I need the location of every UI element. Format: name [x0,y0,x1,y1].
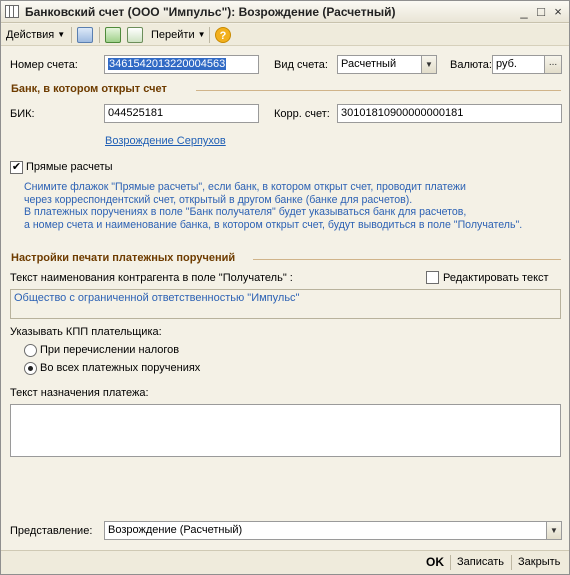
title-bar: Банковский счет (ООО "Импульс"): Возрожд… [1,1,569,23]
direct-payments-label[interactable]: Прямые расчеты [26,161,113,173]
account-type-select[interactable]: Расчетный [337,55,422,74]
edit-text-checkbox[interactable] [426,271,439,284]
representation-value: Возрождение (Расчетный) [108,524,243,536]
representation-dropdown-icon[interactable]: ▼ [546,521,562,540]
close-window-button[interactable]: × [550,4,566,20]
recipient-text-value: Общество с ограниченной ответственностью… [14,292,300,304]
account-number-value: 3461542013220004563 [108,58,227,70]
footer-bar: OK Записать Закрыть [1,550,569,574]
footer-separator [450,555,451,570]
edit-text-label[interactable]: Редактировать текст [443,272,549,284]
account-type-dropdown-icon[interactable]: ▼ [421,55,437,74]
help-icon[interactable]: ? [215,27,231,43]
corr-account-label: Корр. счет: [274,108,330,120]
bank-section-title: Банк, в котором открыт счет [11,83,167,95]
document-icon [5,5,19,18]
copy-icon[interactable] [127,27,143,43]
currency-input[interactable]: руб. [492,55,545,74]
kpp-all-radio[interactable] [24,362,37,375]
representation-input[interactable]: Возрождение (Расчетный) [104,521,547,540]
toolbar-separator [71,27,72,43]
account-number-input[interactable]: 3461542013220004563 [104,55,259,74]
save-button[interactable]: Записать [457,556,504,568]
section-divider [196,90,561,91]
toolbar-separator [209,27,210,43]
actions-label: Действия [6,29,55,41]
save-and-close-icon[interactable] [77,27,93,43]
caret-down-icon: ▼ [197,30,206,39]
bik-label: БИК: [10,108,35,120]
maximize-button[interactable]: □ [533,4,549,20]
toolbar: Действия ▼ Перейти ▼ ? [1,24,569,46]
currency-select-button[interactable]: ... [544,55,562,74]
footer-separator [511,555,512,570]
minimize-button[interactable]: _ [516,4,532,20]
bik-input[interactable]: 044525181 [104,104,259,123]
account-type-value: Расчетный [341,58,397,70]
goto-menu[interactable]: Перейти ▼ [151,27,206,43]
kpp-taxes-label[interactable]: При перечислении налогов [40,344,179,356]
account-number-label: Номер счета: [10,59,78,71]
direct-info-line: а номер счета и наименование банка, в ко… [24,218,523,231]
recipient-text-area: Общество с ограниченной ответственностью… [10,289,561,319]
print-section-title: Настройки печати платежных поручений [11,252,236,264]
refresh-icon[interactable] [105,27,121,43]
currency-label: Валюта: [450,59,492,71]
window-title: Банковский счет (ООО "Импульс"): Возрожд… [25,5,396,19]
account-type-label: Вид счета: [274,59,328,71]
direct-info-line: Снимите флажок "Прямые расчеты", если ба… [24,181,466,193]
direct-payments-checkbox[interactable]: ✔ [10,161,23,174]
direct-info-line: В платежных поручениях в поле "Банк полу… [24,206,467,218]
section-divider [253,259,561,260]
kpp-label: Указывать КПП плательщика: [10,326,162,338]
kpp-taxes-radio[interactable] [24,344,37,357]
corr-account-input[interactable]: 30101810900000000181 [337,104,562,123]
goto-label: Перейти [151,29,195,41]
bank-link[interactable]: Возрождение Серпухов [105,135,226,147]
direct-info-line: через корреспондентский счет, открытый в… [24,193,413,206]
corr-account-value: 30101810900000000181 [341,107,464,119]
currency-value: руб. [496,58,517,70]
representation-label: Представление: [10,525,93,537]
ok-button[interactable]: OK [426,555,444,569]
close-button[interactable]: Закрыть [518,556,560,568]
toolbar-separator [99,27,100,43]
purpose-textarea[interactable] [10,404,561,457]
recipient-text-label: Текст наименования контрагента в поле "П… [10,272,293,284]
purpose-label: Текст назначения платежа: [10,387,149,399]
bik-value: 044525181 [108,107,164,119]
actions-menu[interactable]: Действия ▼ [6,27,65,43]
kpp-all-label[interactable]: Во всех платежных поручениях [40,362,200,374]
bank-account-window: Банковский счет (ООО "Импульс"): Возрожд… [0,0,570,575]
caret-down-icon: ▼ [57,30,66,39]
